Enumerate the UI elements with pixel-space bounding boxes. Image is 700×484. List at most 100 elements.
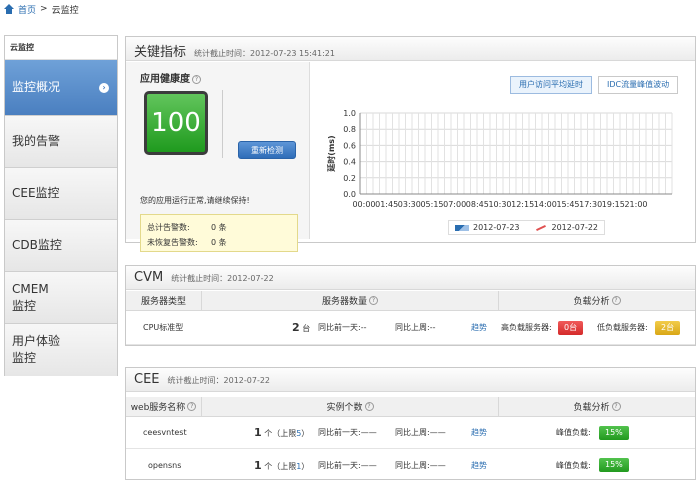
service-name: opensns	[148, 460, 182, 470]
help-icon[interactable]: ?	[187, 402, 197, 411]
tab-avg-latency[interactable]: 用户访问平均延时	[510, 76, 592, 94]
updated-time: 统计截止时间：2012-07-22	[171, 274, 274, 283]
column-header: web服务名称?	[126, 397, 202, 416]
sidebar-item-label: CDB监控	[12, 238, 62, 252]
instance-unit-close: ）	[301, 429, 310, 438]
alert-total-value: 0 条	[211, 223, 227, 232]
x-tick-label: 12:15	[511, 200, 534, 209]
x-tick-label: 10:30	[488, 200, 511, 209]
help-icon[interactable]: ?	[611, 402, 621, 411]
breadcrumb: 首页 > 云监控	[4, 2, 79, 16]
server-count-unit: 台	[302, 324, 311, 333]
low-load-badge[interactable]: 2台	[655, 320, 681, 335]
area-swatch-icon	[455, 224, 469, 231]
updated-time: 统计截止时间：2012-07-23 15:41:21	[194, 49, 335, 58]
alert-total-label: 总计告警数:	[147, 223, 190, 232]
service-name: ceesvntest	[143, 428, 187, 437]
server-type: CPU标准型	[143, 323, 184, 332]
help-icon[interactable]: ?	[611, 296, 621, 305]
server-count: 2	[292, 321, 300, 334]
sidebar-item-cee[interactable]: CEE监控	[5, 168, 117, 220]
column-header: 负载分析?	[499, 397, 695, 416]
sidebar-item-label: 监控概况	[12, 80, 61, 94]
table-header: web服务名称? 实例个数? 负载分析?	[126, 397, 695, 417]
instance-count: 1	[254, 426, 262, 439]
trend-link[interactable]: 趋势	[471, 322, 487, 333]
alert-unrecovered-value: 0 条	[211, 238, 227, 247]
trend-link[interactable]: 趋势	[471, 427, 487, 438]
y-tick-label: 1.0	[343, 109, 356, 118]
y-tick-label: 0.2	[343, 174, 356, 183]
y-tick-label: 0.8	[343, 125, 356, 134]
cvm-panel: CVM 统计截止时间：2012-07-22 服务器类型 服务器数量? 负载分析?…	[125, 265, 696, 346]
y-tick-label: 0.4	[343, 158, 356, 167]
panel-header: 关键指标 统计截止时间：2012-07-23 15:41:21	[126, 37, 695, 61]
x-tick-label: 07:00	[443, 200, 466, 209]
sidebar-item-overview[interactable]: 监控概况 ›	[5, 60, 117, 116]
x-tick-label: 05:15	[420, 200, 443, 209]
sidebar-item-label: 我的告警	[12, 134, 61, 148]
x-tick-label: 00:00	[352, 200, 375, 209]
alert-total-row: 总计告警数: 0 条	[147, 220, 297, 235]
legend-label: 2012-07-22	[551, 223, 599, 232]
day-compare: 同比前一天:——	[318, 460, 377, 470]
x-tick-label: 01:45	[375, 200, 398, 209]
chart-tabs: 用户访问平均延时 IDC流量峰值波动	[510, 76, 679, 94]
health-section: 应用健康度? 100 重新检测 您的应用运行正常,请继续保持! 总计告警数: 0 …	[126, 62, 310, 252]
sidebar-item-user-experience[interactable]: 用户体验 监控	[5, 324, 117, 376]
alert-summary: 总计告警数: 0 条 未恢复告警数: 0 条	[140, 214, 298, 252]
sidebar-item-alerts[interactable]: 我的告警	[5, 116, 117, 168]
help-icon[interactable]: ?	[369, 296, 378, 305]
column-header: 实例个数?	[202, 397, 499, 416]
x-tick-label: 14:00	[534, 200, 557, 209]
panel-title: CEE	[134, 372, 160, 387]
day-compare: 同比前一天:--	[318, 323, 367, 332]
high-load-label: 高负载服务器:	[501, 323, 552, 332]
breadcrumb-separator: >	[40, 4, 48, 14]
sidebar-item-label: CEE监控	[12, 186, 60, 200]
sidebar-item-cmem[interactable]: CMEM 监控	[5, 272, 117, 324]
x-tick-label: 15:45	[556, 200, 579, 209]
high-load-badge[interactable]: 0台	[558, 320, 584, 335]
low-load-label: 低负载服务器:	[597, 323, 648, 332]
x-tick-label: 21:00	[624, 200, 647, 209]
help-icon[interactable]: ?	[364, 402, 374, 411]
home-icon[interactable]	[4, 4, 14, 14]
chart-legend: 2012-07-23 2012-07-22	[448, 220, 605, 235]
instance-unit: 个（上限	[264, 429, 297, 438]
tab-idc-traffic[interactable]: IDC流量峰值波动	[598, 76, 679, 94]
peak-load-badge[interactable]: 15%	[599, 458, 629, 472]
table-header: 服务器类型 服务器数量? 负载分析?	[126, 291, 695, 311]
x-tick-label: 17:30	[579, 200, 602, 209]
legend-item[interactable]: 2012-07-22	[534, 223, 599, 232]
health-label-text: 应用健康度	[140, 74, 190, 85]
peak-load-label: 峰值负载:	[556, 460, 591, 470]
sidebar-item-cdb[interactable]: CDB监控	[5, 220, 117, 272]
sidebar-item-label: CMEM 监控	[12, 281, 49, 313]
help-icon[interactable]: ?	[192, 74, 201, 84]
breadcrumb-home-link[interactable]: 首页	[18, 3, 36, 16]
panel-title: 关键指标	[134, 45, 187, 60]
x-tick-label: 08:45	[466, 200, 489, 209]
week-compare: 同比上周:——	[395, 428, 446, 437]
peak-load-badge[interactable]: 15%	[599, 425, 629, 440]
health-score: 100	[144, 91, 208, 155]
table-row: ceesvntest 1 个（上限5） 同比前一天:—— 同比上周:—— 趋势 …	[126, 417, 695, 449]
instance-unit-close: ）	[301, 461, 310, 471]
legend-item[interactable]: 2012-07-23	[455, 223, 520, 232]
column-header: 服务器数量?	[202, 291, 499, 310]
sidebar: 云监控 监控概况 › 我的告警 CEE监控 CDB监控 CMEM 监控 用户体验…	[4, 35, 118, 376]
health-message: 您的应用运行正常,请继续保持!	[140, 196, 250, 205]
latency-chart: 0.0 0.2 0.4 0.6 0.8 1.0 00:00 01:45 03:30 05:15 07…	[326, 109, 673, 209]
trend-link[interactable]: 趋势	[471, 460, 487, 471]
sidebar-title: 云监控	[5, 36, 117, 60]
health-label: 应用健康度?	[140, 70, 201, 85]
chevron-right-icon: ›	[99, 82, 109, 93]
recheck-button[interactable]: 重新检测	[238, 141, 296, 159]
peak-load-label: 峰值负载:	[556, 428, 591, 437]
line-swatch-icon	[534, 225, 548, 231]
x-tick-label: 03:30	[398, 200, 421, 209]
instance-count: 1	[254, 458, 262, 472]
week-compare: 同比上周:——	[395, 460, 446, 470]
y-tick-label: 0.0	[343, 190, 356, 199]
